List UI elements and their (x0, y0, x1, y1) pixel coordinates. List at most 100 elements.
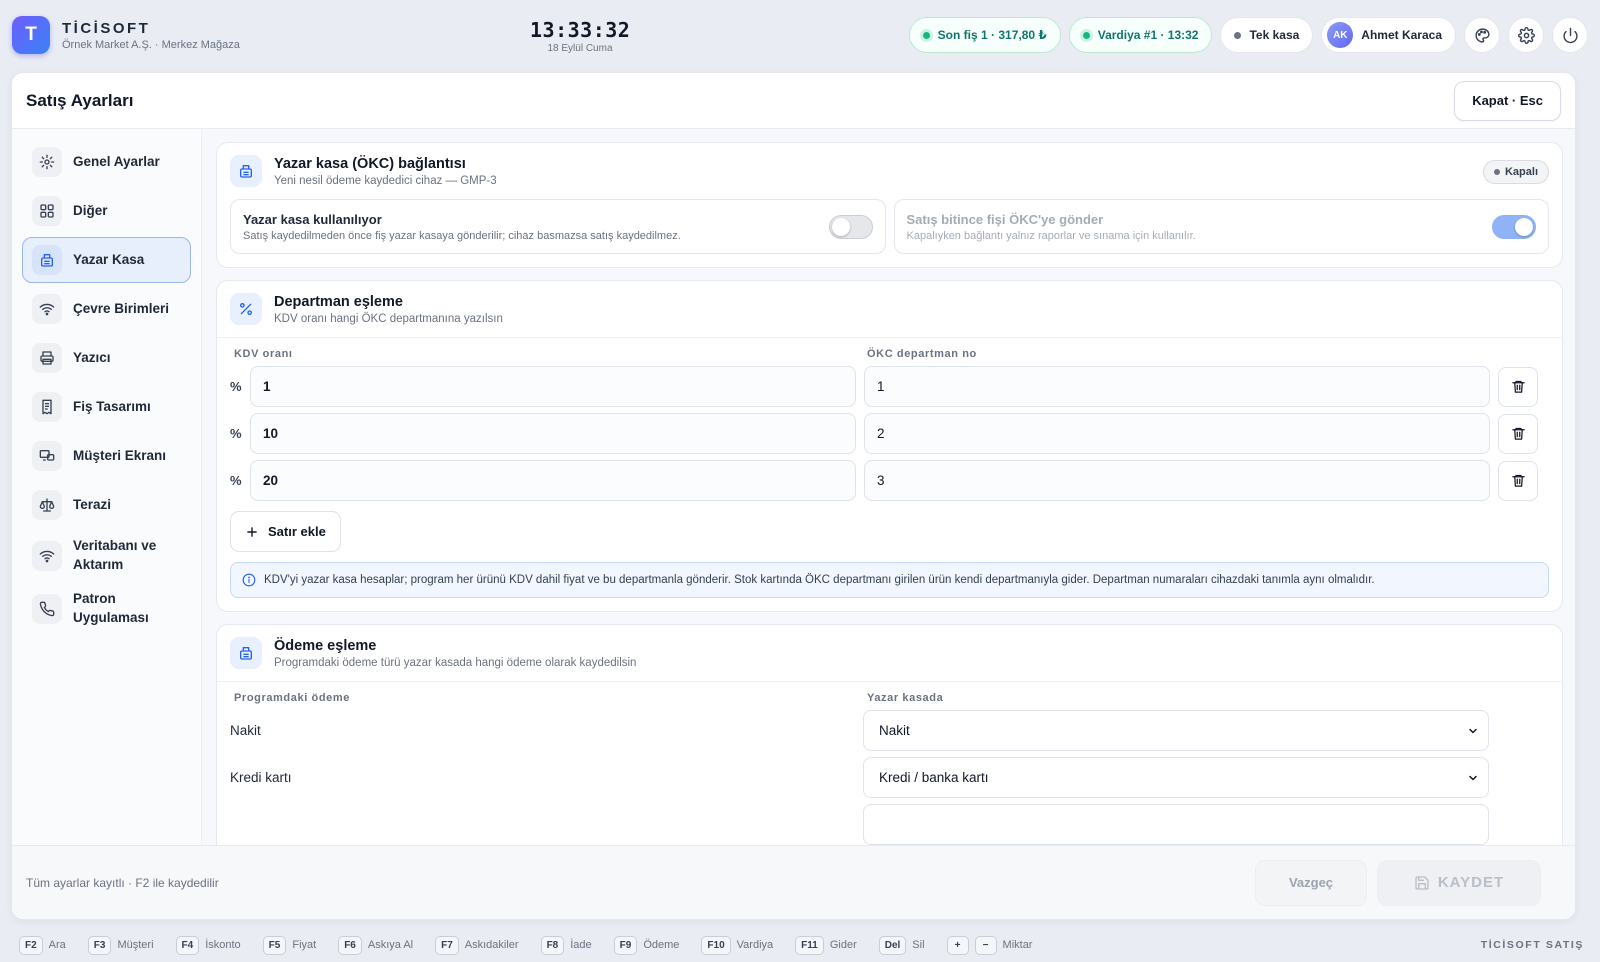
shortcut-label: Sil (912, 939, 925, 951)
shortcut-item[interactable]: F11 Gider (795, 935, 857, 955)
shortcut-item-quantity[interactable]: + − Miktar (946, 935, 1033, 955)
status-dot-icon (1234, 31, 1242, 39)
column-header-okc: ÖKC departman no (867, 348, 977, 360)
status-dot-icon (1493, 169, 1500, 175)
okc-department-input[interactable]: 2 (864, 413, 1490, 454)
toggle-row: Yazar kasa kullanılıyor Satış kaydedilme… (217, 199, 1562, 267)
shortcut-label: Gider (829, 939, 857, 951)
shortcut-item[interactable]: Del Sil (878, 935, 925, 955)
column-header-program-payment: Programdaki ödeme (234, 692, 350, 704)
program-payment-label: Nakit (230, 723, 261, 738)
sidebar-item-peripherals[interactable]: Çevre Birimleri (22, 286, 191, 332)
toggle-knob (831, 217, 850, 236)
shortcut-item[interactable]: F8 İade (540, 935, 592, 955)
register-icon (41, 254, 53, 267)
card-subtitle: KDV oranı hangi ÖKC departmanına yazılsı… (274, 312, 503, 325)
shortcut-label: İskonto (205, 939, 241, 951)
avatar: AK (1327, 22, 1354, 48)
cancel-button[interactable]: Vazgeç (1255, 859, 1367, 906)
table-row (230, 804, 1549, 845)
register-pill[interactable]: Tek kasa (1220, 17, 1314, 53)
add-row-button[interactable]: Satır ekle (230, 511, 341, 552)
column-header-register-payment: Yazar kasada (867, 692, 944, 704)
save-button[interactable]: KAYDET (1377, 859, 1541, 906)
clock-time: 13:33:32 (530, 18, 631, 42)
power-icon (1562, 27, 1578, 43)
register-payment-select[interactable]: Nakit (863, 710, 1489, 751)
settings-button[interactable] (1508, 17, 1544, 53)
phone-icon (39, 601, 55, 617)
sidebar-item-database[interactable]: Veritabanı ve Aktarım (22, 531, 191, 581)
sidebar-item-other[interactable]: Diğer (22, 188, 191, 234)
sidebar-item-printer[interactable]: Yazıcı (22, 335, 191, 381)
sidebar-item-cash-register[interactable]: Yazar Kasa (22, 237, 191, 283)
sidebar-item-scale[interactable]: Terazi (22, 482, 191, 528)
select-value: Nakit (879, 723, 910, 738)
kdv-rate-input[interactable]: 10 (250, 413, 856, 454)
shortcut-item[interactable]: F9 Ödeme (613, 935, 680, 955)
sidebar-item-label: Veritabanı ve Aktarım (73, 538, 157, 572)
shortcut-label: Vardiya (736, 939, 774, 951)
shift-pill[interactable]: Vardiya #1 · 13:32 (1068, 17, 1213, 53)
delete-row-button[interactable] (1498, 413, 1538, 454)
department-table: KDV oranı ÖKC departman no % 1 1 % 10 2 … (217, 338, 1562, 611)
table-row: Nakit Nakit (230, 710, 1549, 751)
shortcut-item[interactable]: F2 Ara (19, 935, 66, 955)
shortcut-key: F5 (262, 935, 287, 955)
use-register-toggle[interactable] (828, 214, 873, 239)
shortcut-key: F10 (701, 935, 731, 955)
delete-row-button[interactable] (1498, 366, 1538, 407)
add-row-label: Satır ekle (268, 524, 326, 539)
shortcut-item[interactable]: F7 Askıdakiler (435, 935, 519, 955)
option-title: Satış bitince fişi ÖKC'ye gönder (906, 211, 1104, 227)
sidebar-item-general[interactable]: Genel Ayarlar (22, 139, 191, 185)
shortcut-item[interactable]: F6 Askıya Al (338, 935, 414, 955)
option-title: Yazar kasa kullanılıyor (243, 211, 382, 227)
percent-label: % (230, 473, 242, 488)
trash-icon (1511, 474, 1525, 487)
table-row: % 10 2 (230, 413, 1549, 454)
shortcut-label: Müşteri (117, 939, 154, 951)
shortcut-item[interactable]: F4 İskonto (175, 935, 241, 955)
save-icon (1415, 875, 1429, 890)
printer-icon (40, 351, 54, 365)
table-header: Programdaki ödeme Yazar kasada (230, 692, 1549, 704)
register-icon (240, 165, 252, 178)
shortcut-item[interactable]: F5 Fiyat (262, 935, 316, 955)
register-payment-select[interactable]: Kredi / banka kartı (863, 757, 1489, 798)
power-button[interactable] (1552, 17, 1588, 53)
plus-icon (247, 526, 257, 537)
sidebar-item-owner-app[interactable]: Patron Uygulaması (22, 584, 191, 634)
footer-brand: TİCİSOFT SATIŞ (1480, 939, 1584, 951)
percent-label: % (230, 426, 242, 441)
kdv-rate-input[interactable]: 20 (250, 460, 856, 501)
last-receipt-text: Son fiş 1 · 317,80 ₺ (937, 28, 1047, 42)
last-receipt-pill[interactable]: Son fiş 1 · 317,80 ₺ (908, 17, 1061, 53)
clock-date: 18 Eylül Cuma (547, 43, 613, 54)
shortcut-item[interactable]: F10 Vardiya (701, 935, 774, 955)
okc-department-input[interactable]: 3 (864, 460, 1490, 501)
close-button[interactable]: Kapat · Esc (1454, 80, 1561, 121)
okc-department-input[interactable]: 1 (864, 366, 1490, 407)
select-value: Kredi / banka kartı (879, 770, 989, 785)
sidebar-item-receipt-design[interactable]: Fiş Tasarımı (22, 384, 191, 430)
percent-icon (240, 303, 252, 315)
shortcut-key: F8 (540, 935, 565, 955)
send-receipt-toggle[interactable] (1492, 214, 1536, 239)
shortcut-label: Ödeme (643, 939, 680, 951)
theme-button[interactable] (1464, 17, 1500, 53)
gear-icon (1517, 26, 1535, 44)
shortcut-label: Askıya Al (367, 939, 414, 951)
sidebar-item-customer-display[interactable]: Müşteri Ekranı (22, 433, 191, 479)
send-receipt-option: Satış bitince fişi ÖKC'ye gönder Kapalıy… (893, 199, 1549, 254)
receipt-icon (42, 399, 52, 415)
user-pill[interactable]: AK Ahmet Karaca (1321, 17, 1456, 53)
shortcut-item[interactable]: F3 Müşteri (87, 935, 154, 955)
delete-row-button[interactable] (1498, 460, 1538, 501)
kdv-rate-input[interactable]: 1 (250, 366, 856, 407)
sidebar-item-label: Fiş Tasarımı (73, 398, 151, 414)
register-text: Tek kasa (1249, 28, 1300, 42)
shortcut-label: Miktar (1002, 939, 1033, 951)
table-row: % 1 1 (230, 366, 1549, 407)
register-payment-select[interactable] (863, 804, 1489, 845)
